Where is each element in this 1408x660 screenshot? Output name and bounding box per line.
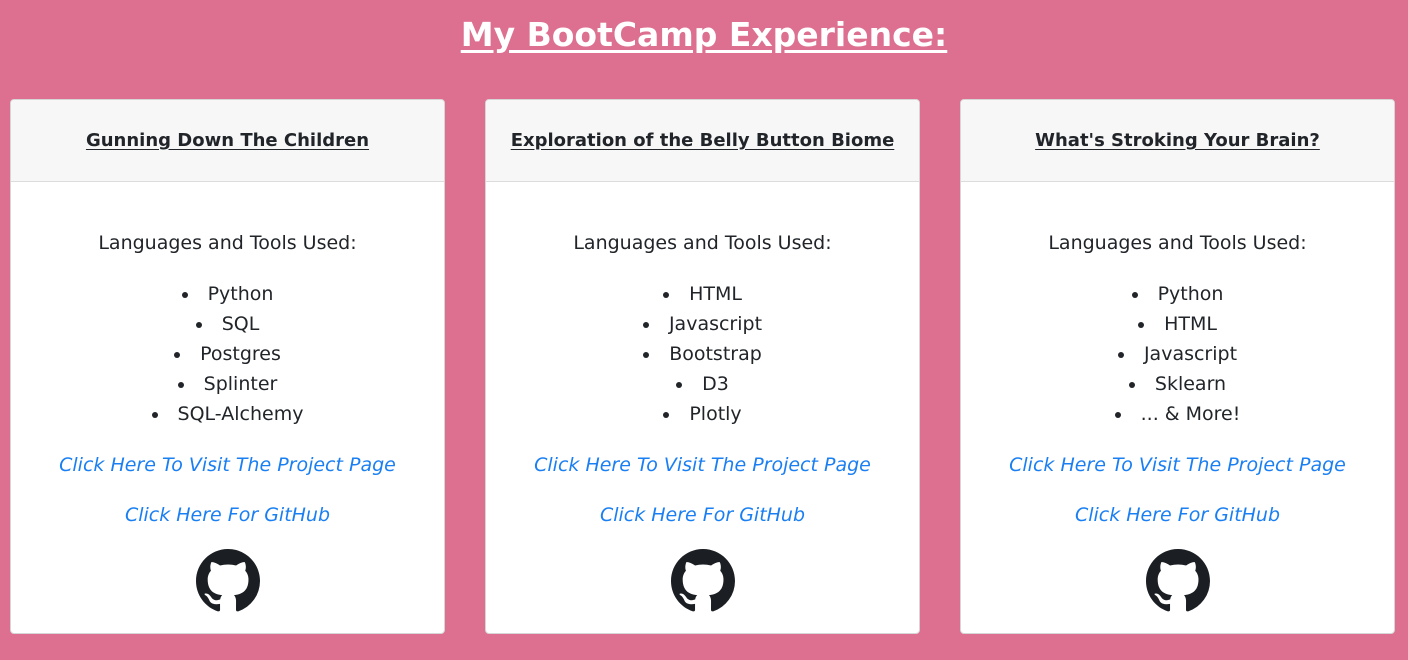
tool-item: HTML (486, 279, 919, 309)
tools-list: Python SQL Postgres Splinter SQL-Alchemy (11, 279, 444, 429)
card-header: What's Stroking Your Brain? (961, 100, 1394, 182)
card-header: Exploration of the Belly Button Biome (486, 100, 919, 182)
tools-label: Languages and Tools Used: (573, 232, 832, 254)
project-page-link[interactable]: Click Here To Visit The Project Page (486, 452, 919, 478)
card-title: Exploration of the Belly Button Biome (510, 130, 895, 151)
project-card: Exploration of the Belly Button Biome La… (485, 99, 920, 634)
tool-item: Bootstrap (486, 339, 919, 369)
tool-item: SQL-Alchemy (11, 399, 444, 429)
project-card: Gunning Down The Children Languages and … (10, 99, 445, 634)
tool-item: D3 (486, 369, 919, 399)
card-body: Languages and Tools Used: HTML Javascrip… (486, 182, 919, 613)
tools-list: HTML Javascript Bootstrap D3 Plotly (486, 279, 919, 429)
tool-item: Python (11, 279, 444, 309)
tools-label: Languages and Tools Used: (98, 232, 357, 254)
tool-item: ... & More! (961, 399, 1394, 429)
card-body: Languages and Tools Used: Python SQL Pos… (11, 182, 444, 613)
tool-item: Sklearn (961, 369, 1394, 399)
project-page-link[interactable]: Click Here To Visit The Project Page (961, 452, 1394, 478)
github-link[interactable]: Click Here For GitHub (486, 502, 919, 528)
project-card: What's Stroking Your Brain? Languages an… (960, 99, 1395, 634)
tool-item: Postgres (11, 339, 444, 369)
tools-label: Languages and Tools Used: (1048, 232, 1307, 254)
tool-item: Python (961, 279, 1394, 309)
tool-item: Javascript (486, 309, 919, 339)
tool-item: Plotly (486, 399, 919, 429)
github-icon[interactable] (195, 549, 260, 613)
tool-item: HTML (961, 309, 1394, 339)
tool-item: Splinter (11, 369, 444, 399)
project-page-link[interactable]: Click Here To Visit The Project Page (11, 452, 444, 478)
card-body: Languages and Tools Used: Python HTML Ja… (961, 182, 1394, 613)
github-link[interactable]: Click Here For GitHub (961, 502, 1394, 528)
github-icon[interactable] (670, 549, 735, 613)
page-title: My BootCamp Experience: (460, 15, 948, 54)
tool-item: SQL (11, 309, 444, 339)
card-title: Gunning Down The Children (85, 130, 370, 151)
card-title: What's Stroking Your Brain? (1035, 130, 1320, 151)
github-icon[interactable] (1145, 549, 1210, 613)
tool-item: Javascript (961, 339, 1394, 369)
tools-list: Python HTML Javascript Sklearn ... & Mor… (961, 279, 1394, 429)
github-link[interactable]: Click Here For GitHub (11, 502, 444, 528)
card-header: Gunning Down The Children (11, 100, 444, 182)
